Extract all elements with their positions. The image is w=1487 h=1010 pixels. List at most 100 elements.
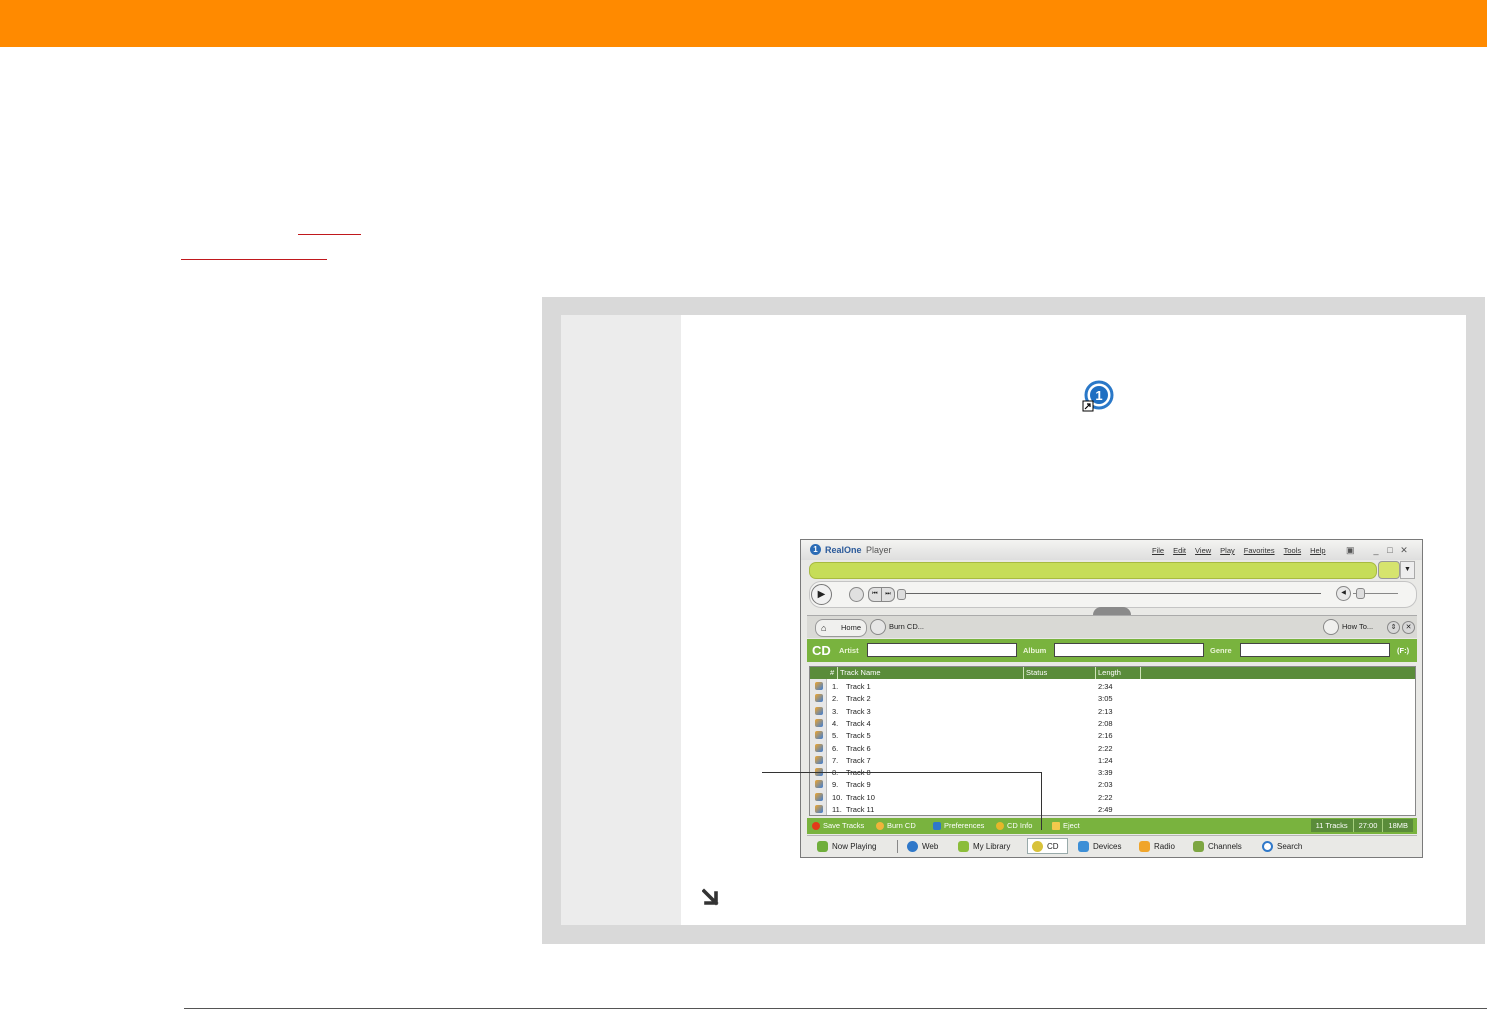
tab-web[interactable]: Web — [903, 838, 942, 854]
tab-cd[interactable]: CD — [1027, 838, 1068, 854]
track-icon — [815, 792, 823, 801]
table-row[interactable]: 4. Track 4 2:08 — [810, 717, 1415, 729]
volume-handle[interactable] — [1356, 588, 1365, 599]
track-icon — [815, 755, 823, 764]
menu-file[interactable]: File — [1152, 546, 1164, 555]
track-number: 3. — [832, 706, 839, 716]
menu-view[interactable]: View — [1195, 546, 1211, 555]
how-to-label: How To... — [1342, 622, 1374, 631]
menu-help[interactable]: Help — [1310, 546, 1325, 555]
close-pane-icon[interactable]: ✕ — [1402, 621, 1415, 634]
callout-line-vertical — [1041, 772, 1042, 830]
continue-arrow-icon[interactable] — [702, 887, 724, 909]
save-tracks-label: Save Tracks — [823, 821, 865, 830]
tab-cd-label: CD — [1047, 841, 1059, 851]
column-number[interactable]: # — [830, 668, 834, 677]
preferences-button[interactable]: Preferences — [933, 821, 984, 830]
track-number: 7. — [832, 755, 839, 765]
table-row[interactable]: 6. Track 6 2:22 — [810, 742, 1415, 754]
track-name: Track 10 — [846, 792, 875, 802]
cross-reference-link-continued[interactable] — [181, 259, 327, 260]
track-length: 2:34 — [1098, 682, 1113, 691]
realone-shortcut-icon[interactable]: 1 — [1082, 380, 1114, 412]
now-playing-icon — [817, 840, 828, 852]
tab-devices[interactable]: Devices — [1074, 838, 1125, 854]
column-divider — [1023, 667, 1024, 679]
player-menu-bar: File Edit View Play Favorites Tools Help — [1152, 546, 1326, 555]
track-length: 3:39 — [1098, 768, 1113, 778]
menu-favorites[interactable]: Favorites — [1244, 546, 1275, 555]
save-tracks-button[interactable]: Save Tracks — [812, 821, 864, 830]
track-icon — [815, 718, 823, 727]
tab-search[interactable]: Search — [1258, 838, 1306, 854]
column-divider — [1140, 667, 1141, 679]
menu-play[interactable]: Play — [1220, 546, 1235, 555]
tab-web-label: Web — [922, 841, 939, 851]
table-row[interactable]: 10. Track 10 2:22 — [810, 791, 1415, 803]
track-icon — [815, 731, 823, 740]
media-tray-handle[interactable] — [1093, 607, 1131, 615]
table-row[interactable]: 7. Track 7 1:24 — [810, 754, 1415, 766]
maximize-icon[interactable]: □ — [1386, 546, 1394, 555]
track-icon — [815, 694, 823, 703]
tab-separator — [897, 840, 898, 853]
scroll-up-icon[interactable]: ⇕ — [1387, 621, 1400, 634]
seek-handle[interactable] — [897, 589, 906, 600]
track-number: 11. — [832, 805, 842, 814]
table-row[interactable]: 2. Track 2 3:05 — [810, 692, 1415, 704]
cd-info-icon — [996, 821, 1004, 830]
track-number: 5. — [832, 731, 839, 741]
column-track-name[interactable]: Track Name — [840, 668, 881, 677]
address-bar[interactable] — [809, 562, 1377, 579]
go-icon[interactable] — [1378, 561, 1400, 579]
table-row[interactable]: 5. Track 5 2:16 — [810, 729, 1415, 741]
play-button[interactable]: ▶ — [811, 584, 832, 605]
tab-radio[interactable]: Radio — [1135, 838, 1179, 854]
address-dropdown-icon[interactable]: ▼ — [1400, 561, 1415, 579]
speaker-icon[interactable]: ◀ — [1336, 586, 1351, 601]
close-icon[interactable]: ✕ — [1400, 546, 1408, 555]
table-row[interactable]: 11. Track 11 2:49 — [810, 803, 1415, 815]
player-brand-suffix: Player — [866, 545, 892, 555]
burn-cd-status-button[interactable]: Burn CD — [876, 821, 916, 830]
seek-bar[interactable] — [901, 593, 1321, 594]
table-row[interactable]: 3. Track 3 2:13 — [810, 705, 1415, 717]
player-title-bar: 1 RealOne Player File Edit View Play Fav… — [801, 540, 1422, 560]
track-name: Track 3 — [846, 706, 871, 716]
previous-button[interactable]: ⏮ — [868, 587, 882, 602]
cd-status-bar: Save Tracks Burn CD Preferences CD Info … — [807, 818, 1417, 834]
tab-my-library[interactable]: My Library — [954, 838, 1014, 854]
track-icon — [815, 682, 823, 690]
eject-button[interactable]: Eject — [1052, 821, 1080, 830]
cross-reference-link[interactable] — [298, 234, 361, 235]
column-length[interactable]: Length — [1098, 668, 1121, 677]
home-button[interactable]: ⌂ Home — [815, 619, 867, 637]
tab-channels[interactable]: Channels — [1189, 838, 1246, 854]
how-to-button[interactable]: How To... — [1323, 619, 1383, 635]
stop-button[interactable] — [849, 587, 864, 602]
track-number: 1. — [832, 682, 839, 691]
burn-cd-button[interactable]: Burn CD... — [870, 619, 930, 635]
tab-now-playing[interactable]: Now Playing — [813, 838, 880, 854]
track-name: Track 9 — [846, 780, 871, 790]
table-row[interactable]: 1. Track 1 2:34 — [810, 680, 1415, 692]
genre-field[interactable] — [1240, 643, 1390, 657]
header-bar — [0, 0, 1487, 47]
menu-tools[interactable]: Tools — [1284, 546, 1302, 555]
table-row[interactable]: 9. Track 9 2:03 — [810, 778, 1415, 790]
column-divider — [837, 667, 838, 679]
artist-field[interactable] — [867, 643, 1017, 657]
skin-icon[interactable]: ▣ — [1346, 546, 1355, 555]
tab-devices-label: Devices — [1093, 841, 1122, 851]
menu-edit[interactable]: Edit — [1173, 546, 1186, 555]
player-brand: RealOne — [825, 545, 862, 555]
column-status[interactable]: Status — [1026, 668, 1047, 677]
next-button[interactable]: ⏭ — [881, 587, 895, 602]
cd-burn-icon — [870, 619, 886, 635]
cd-info-label: CD Info — [1007, 821, 1033, 830]
cd-icon — [1032, 840, 1043, 852]
cd-info-button[interactable]: CD Info — [996, 821, 1032, 830]
album-field[interactable] — [1054, 643, 1204, 657]
realone-player-window: 1 RealOne Player File Edit View Play Fav… — [800, 539, 1423, 858]
minimize-icon[interactable]: _ — [1372, 546, 1380, 555]
